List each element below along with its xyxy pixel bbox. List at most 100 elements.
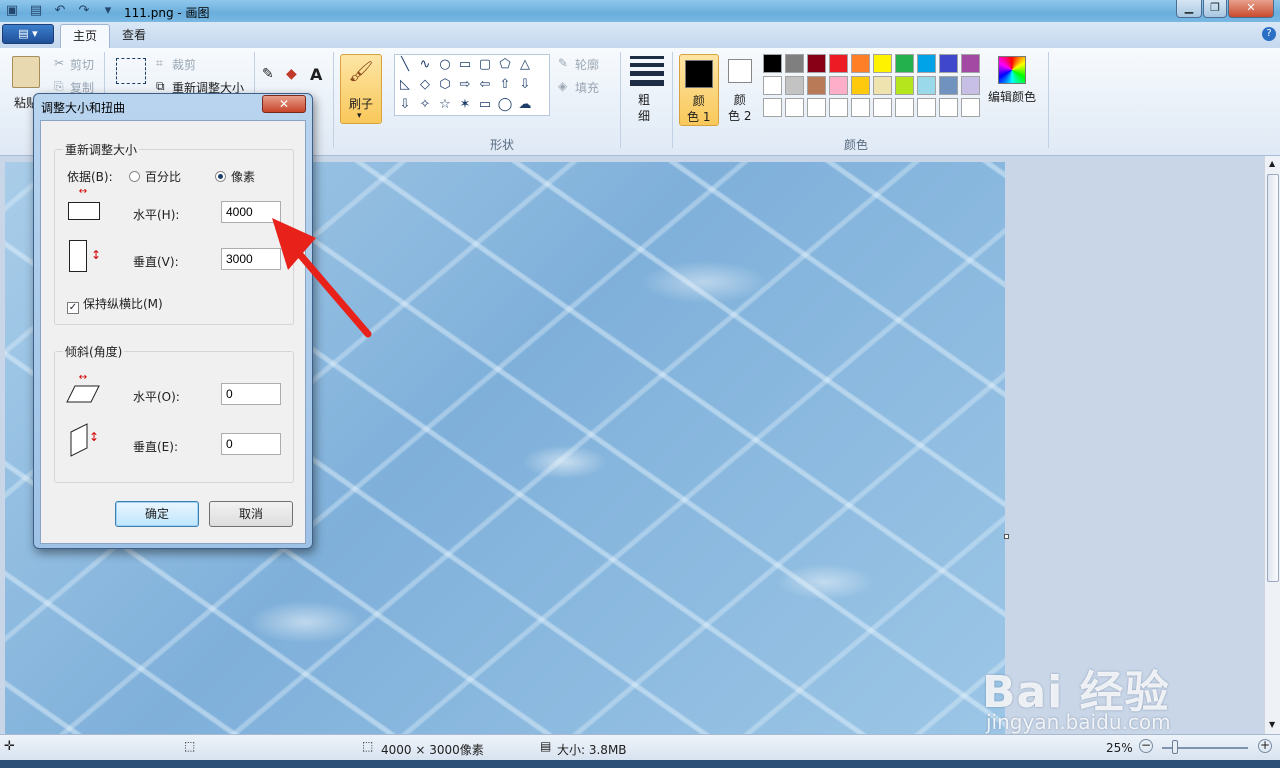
paint-app-icon[interactable]: ▣ <box>4 3 20 19</box>
color-swatch[interactable] <box>807 76 826 95</box>
shape-item[interactable]: ☆ <box>435 95 455 115</box>
shape-item[interactable]: ✶ <box>455 95 475 115</box>
redo-icon[interactable]: ↷ <box>76 3 92 19</box>
color-swatch[interactable] <box>785 54 804 73</box>
cut-button[interactable]: 剪切 <box>70 56 94 73</box>
shape-item[interactable]: ○ <box>435 55 455 75</box>
zoom-out-icon[interactable]: − <box>1139 739 1153 753</box>
thickness-button[interactable]: 粗 细 <box>638 92 650 124</box>
color-swatch[interactable] <box>895 54 914 73</box>
color-swatch[interactable] <box>873 54 892 73</box>
fill-button[interactable]: 填充 <box>575 79 599 96</box>
color-swatch[interactable] <box>961 54 980 73</box>
color-swatch[interactable] <box>917 54 936 73</box>
shape-item[interactable]: ⇩ <box>515 75 535 95</box>
color-swatch[interactable] <box>807 54 826 73</box>
color-swatch[interactable] <box>917 76 936 95</box>
canvas-resize-handle[interactable] <box>1004 534 1009 539</box>
shape-item[interactable]: ⇩ <box>395 95 415 115</box>
color-swatch[interactable] <box>763 76 782 95</box>
save-icon[interactable]: ▤ <box>28 3 44 19</box>
color-swatch[interactable] <box>851 76 870 95</box>
keep-ratio-checkbox[interactable]: ✓ 保持纵横比(M) <box>67 295 163 314</box>
shape-item[interactable]: ▭ <box>455 55 475 75</box>
color-swatch[interactable] <box>873 76 892 95</box>
shape-item[interactable]: ◯ <box>495 95 515 115</box>
qat-dropdown-icon[interactable]: ▾ <box>100 3 116 19</box>
zoom-slider-thumb[interactable] <box>1172 740 1178 754</box>
brush-button[interactable]: 🖌 刷子 ▾ <box>340 54 382 124</box>
skew-v-input[interactable] <box>221 433 281 455</box>
tab-view[interactable]: 查看 <box>110 24 158 48</box>
color-swatch[interactable] <box>829 76 848 95</box>
pencil-icon[interactable]: ✎ <box>262 66 274 82</box>
color-swatch[interactable] <box>895 98 914 117</box>
color2-button[interactable]: 颜 色 2 <box>724 54 758 126</box>
color-swatch[interactable] <box>851 54 870 73</box>
shape-item[interactable]: ⇨ <box>455 75 475 95</box>
scroll-thumb[interactable] <box>1267 174 1279 582</box>
pixels-radio[interactable]: 像素 <box>215 168 255 185</box>
shape-item[interactable]: ✧ <box>415 95 435 115</box>
shape-item[interactable]: ⬡ <box>435 75 455 95</box>
percent-radio[interactable]: 百分比 <box>129 168 181 185</box>
maximize-button[interactable]: ❐ <box>1203 0 1227 18</box>
cancel-button[interactable]: 取消 <box>209 501 293 527</box>
crop-icon[interactable]: ⌗ <box>156 56 163 71</box>
zoom-in-icon[interactable]: + <box>1258 739 1272 753</box>
color-swatch[interactable] <box>851 98 870 117</box>
color1-button[interactable]: 颜 色 1 <box>679 54 719 126</box>
help-icon[interactable]: ? <box>1262 27 1276 41</box>
cut-icon[interactable]: ✂ <box>54 56 64 70</box>
dialog-close-button[interactable]: ✕ <box>262 95 306 113</box>
color-swatch[interactable] <box>763 54 782 73</box>
shape-item[interactable]: ⇦ <box>475 75 495 95</box>
color-swatch[interactable] <box>785 76 804 95</box>
color-swatch[interactable] <box>917 98 936 117</box>
shape-item[interactable]: ⇧ <box>495 75 515 95</box>
shape-item[interactable]: △ <box>515 55 535 75</box>
ok-button[interactable]: 确定 <box>115 501 199 527</box>
color-swatch[interactable] <box>939 76 958 95</box>
horizontal-input[interactable] <box>221 201 281 223</box>
shape-item[interactable]: ◇ <box>415 75 435 95</box>
scroll-up-icon[interactable]: ▲ <box>1269 159 1275 168</box>
color-swatch[interactable] <box>785 98 804 117</box>
vertical-input[interactable] <box>221 248 281 270</box>
select-icon[interactable] <box>116 58 146 84</box>
color-swatch[interactable] <box>961 76 980 95</box>
paste-icon[interactable] <box>12 56 40 88</box>
fill-icon[interactable]: ◈ <box>558 79 567 93</box>
color-swatch[interactable] <box>829 54 848 73</box>
copy-icon[interactable]: ⎘ <box>54 79 64 94</box>
shape-item[interactable]: ╲ <box>395 55 415 75</box>
text-tool-icon[interactable]: A <box>310 65 322 84</box>
app-menu-button[interactable]: ▤ ▾ <box>2 24 54 44</box>
color-swatch[interactable] <box>873 98 892 117</box>
shape-item[interactable]: ⬠ <box>495 55 515 75</box>
shape-item[interactable]: ▭ <box>475 95 495 115</box>
resize-icon[interactable]: ⧉ <box>156 79 165 94</box>
close-button[interactable]: ✕ <box>1228 0 1274 18</box>
crop-button[interactable]: 裁剪 <box>172 56 196 73</box>
color-swatch[interactable] <box>939 54 958 73</box>
color-swatch[interactable] <box>829 98 848 117</box>
scroll-down-icon[interactable]: ▼ <box>1269 720 1275 729</box>
outline-icon[interactable]: ✎ <box>558 56 568 70</box>
shape-item[interactable]: ☁ <box>515 95 535 115</box>
shape-item[interactable]: ◺ <box>395 75 415 95</box>
edit-colors-button[interactable]: 编辑颜色 <box>984 56 1040 105</box>
color-swatch[interactable] <box>763 98 782 117</box>
color-swatch[interactable] <box>961 98 980 117</box>
minimize-button[interactable]: ▁ <box>1176 0 1202 18</box>
shape-item[interactable]: ▢ <box>475 55 495 75</box>
color-swatch[interactable] <box>807 98 826 117</box>
undo-icon[interactable]: ↶ <box>52 3 68 19</box>
shape-item[interactable]: ∿ <box>415 55 435 75</box>
shapes-gallery[interactable]: ╲ ∿ ○ ▭ ▢ ⬠ △ ◺ ◇ ⬡ ⇨ ⇦ ⇧ ⇩ ⇩ ✧ ☆ ✶ ▭ ◯ ☁ <box>394 54 550 116</box>
tab-home[interactable]: 主页 <box>60 24 111 48</box>
vertical-scrollbar[interactable]: ▲ ▼ <box>1264 156 1280 734</box>
color-swatch[interactable] <box>895 76 914 95</box>
outline-button[interactable]: 轮廓 <box>575 56 599 73</box>
color-swatch[interactable] <box>939 98 958 117</box>
